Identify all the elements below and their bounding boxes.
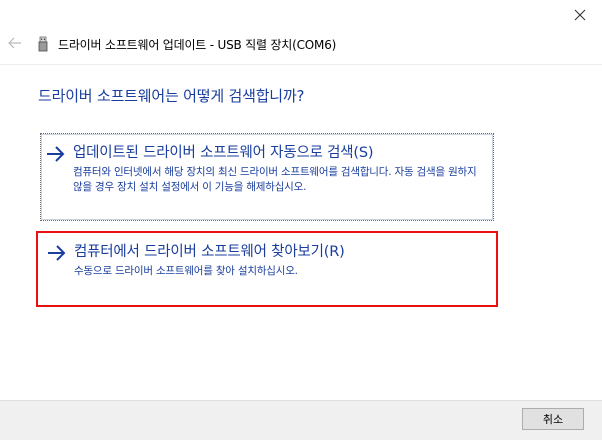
right-arrow-icon bbox=[47, 146, 65, 162]
window-title: 드라이버 소프트웨어 업데이트 - USB 직렬 장치(COM6) bbox=[58, 37, 337, 52]
back-button[interactable] bbox=[4, 32, 26, 54]
search-automatically-option[interactable]: 업데이트된 드라이버 소프트웨어 자동으로 검색(S) 컴퓨터와 인터넷에서 해… bbox=[40, 133, 494, 221]
dialog-content: 드라이버 소프트웨어는 어떻게 검색합니까? 업데이트된 드라이버 소프트웨어 … bbox=[0, 64, 602, 401]
close-button[interactable] bbox=[566, 2, 594, 28]
driver-update-dialog: 드라이버 소프트웨어 업데이트 - USB 직렬 장치(COM6) 드라이버 소… bbox=[0, 0, 602, 440]
option-description: 컴퓨터와 인터넷에서 해당 장치의 최신 드라이버 소프트웨어를 검색합니다. … bbox=[73, 166, 477, 193]
browse-computer-option[interactable]: 컴퓨터에서 드라이버 소프트웨어 찾아보기(R) 수동으로 드라이버 소프트웨어… bbox=[36, 231, 498, 307]
option-title: 컴퓨터에서 드라이버 소프트웨어 찾아보기(R) bbox=[74, 244, 345, 260]
option-title: 업데이트된 드라이버 소프트웨어 자동으로 검색(S) bbox=[73, 145, 374, 161]
dialog-footer: 취소 bbox=[0, 400, 602, 440]
back-arrow-icon bbox=[8, 37, 21, 49]
cancel-button[interactable]: 취소 bbox=[522, 408, 584, 430]
right-arrow-icon bbox=[48, 245, 66, 261]
option-body: 컴퓨터에서 드라이버 소프트웨어 찾아보기(R) 수동으로 드라이버 소프트웨어… bbox=[74, 242, 486, 279]
title-bar: 드라이버 소프트웨어 업데이트 - USB 직렬 장치(COM6) bbox=[0, 0, 602, 64]
option-description: 수동으로 드라이버 소프트웨어를 찾아 설치하십시오. bbox=[74, 265, 298, 277]
usb-device-icon bbox=[38, 36, 48, 52]
option-body: 업데이트된 드라이버 소프트웨어 자동으로 검색(S) 컴퓨터와 인터넷에서 해… bbox=[73, 143, 483, 195]
window-title-row: 드라이버 소프트웨어 업데이트 - USB 직렬 장치(COM6) bbox=[36, 34, 336, 54]
page-heading: 드라이버 소프트웨어는 어떻게 검색합니까? bbox=[38, 87, 305, 105]
close-icon bbox=[574, 9, 586, 21]
